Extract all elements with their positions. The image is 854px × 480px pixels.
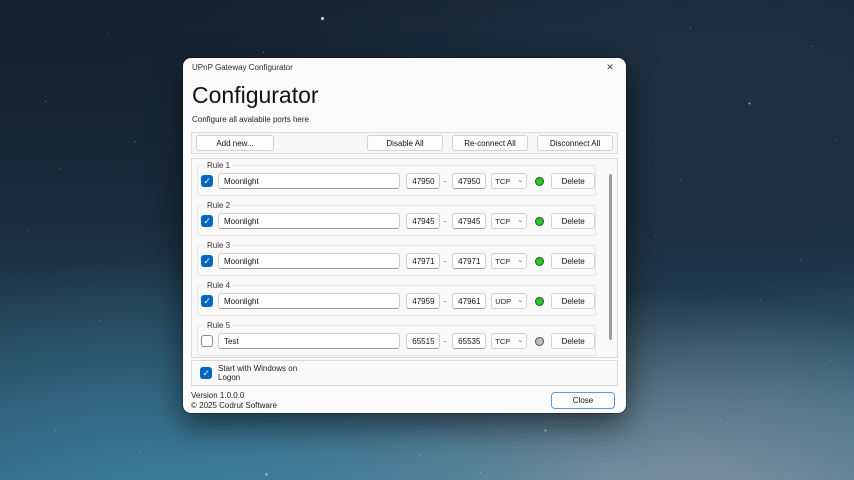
window-title: UPnP Gateway Configurator: [192, 62, 293, 72]
chevron-down-icon: ⌄: [517, 296, 524, 304]
reconnect-all-button[interactable]: Re-connect All: [452, 135, 528, 151]
rule-row: - TCP ⌄ Delete: [198, 253, 595, 269]
protocol-select[interactable]: TCP ⌄: [491, 253, 528, 269]
protocol-value: TCP: [495, 256, 511, 266]
rule-name-input[interactable]: [218, 293, 401, 309]
chevron-down-icon: ⌄: [517, 256, 524, 264]
rule-enabled-checkbox[interactable]: [201, 295, 213, 307]
delete-button[interactable]: Delete: [551, 213, 595, 229]
rule-enabled-checkbox[interactable]: [201, 215, 213, 227]
port-to-input[interactable]: [452, 213, 487, 229]
titlebar[interactable]: UPnP Gateway Configurator ✕: [183, 58, 626, 76]
rule-row: - UDP ⌄ Delete: [198, 293, 595, 309]
rule-group-3: Rule 3 - TCP ⌄ Delete: [197, 241, 596, 276]
status-indicator: [535, 336, 545, 346]
port-separator: -: [443, 216, 447, 226]
rule-name-input[interactable]: [218, 173, 401, 189]
startup-checkbox[interactable]: [200, 367, 212, 379]
close-button[interactable]: Close: [551, 392, 615, 409]
startup-panel: Start with Windows on Logon: [191, 360, 618, 386]
rules-list: Rule 1 - TCP ⌄ Delete: [191, 158, 618, 358]
port-separator: -: [443, 296, 447, 306]
port-separator: -: [443, 336, 447, 346]
chevron-down-icon: ⌄: [517, 176, 524, 184]
starfield-dim: [0, 0, 1, 1]
port-from-input[interactable]: [406, 253, 441, 269]
port-separator: -: [443, 256, 447, 266]
close-icon[interactable]: ✕: [594, 58, 626, 76]
port-from-input[interactable]: [406, 173, 441, 189]
protocol-select[interactable]: TCP ⌄: [491, 173, 528, 189]
port-from-input[interactable]: [406, 293, 441, 309]
rule-label: Rule 3: [204, 241, 234, 250]
port-from-input[interactable]: [406, 213, 441, 229]
rule-name-input[interactable]: [218, 333, 401, 349]
delete-button[interactable]: Delete: [551, 173, 595, 189]
rule-row: - TCP ⌄ Delete: [198, 213, 595, 229]
status-indicator: [535, 176, 545, 186]
rule-group-4: Rule 4 - UDP ⌄ Delete: [197, 281, 596, 316]
rule-enabled-checkbox[interactable]: [201, 255, 213, 267]
protocol-select[interactable]: TCP ⌄: [491, 333, 528, 349]
port-to-input[interactable]: [452, 253, 487, 269]
status-indicator: [535, 296, 545, 306]
rule-row: - TCP ⌄ Delete: [198, 173, 595, 189]
rule-group-2: Rule 2 - TCP ⌄ Delete: [197, 201, 596, 236]
protocol-value: TCP: [495, 216, 511, 226]
version-text: Version 1.0.0.0: [191, 391, 245, 400]
copyright-text: © 2025 Codrut Software: [191, 401, 277, 410]
rule-group-5: Rule 5 - TCP ⌄ Delete: [197, 321, 596, 356]
delete-button[interactable]: Delete: [551, 293, 595, 309]
disconnect-all-button[interactable]: Disconnect All: [537, 135, 613, 151]
port-from-input[interactable]: [406, 333, 441, 349]
desktop-wallpaper: UPnP Gateway Configurator ✕ Configurator…: [0, 0, 854, 480]
rule-label: Rule 4: [204, 281, 234, 290]
protocol-value: UDP: [495, 296, 512, 306]
port-to-input[interactable]: [452, 333, 487, 349]
footer-info: Version 1.0.0.0 © 2025 Codrut Software: [191, 391, 277, 411]
protocol-select[interactable]: UDP ⌄: [491, 293, 528, 309]
rule-label: Rule 5: [204, 321, 234, 330]
window-content: Configurator Configure all avalabile por…: [183, 82, 626, 411]
vertical-scrollbar[interactable]: [609, 174, 612, 340]
rule-label: Rule 2: [204, 201, 234, 210]
page-subtitle: Configure all avalabile ports here: [192, 115, 309, 124]
chevron-down-icon: ⌄: [517, 336, 524, 344]
upnp-configurator-window: UPnP Gateway Configurator ✕ Configurator…: [183, 58, 626, 413]
rule-label: Rule 1: [204, 161, 234, 170]
delete-button[interactable]: Delete: [551, 333, 595, 349]
protocol-value: TCP: [495, 176, 511, 186]
rule-enabled-checkbox[interactable]: [201, 175, 213, 187]
chevron-down-icon: ⌄: [517, 216, 524, 224]
protocol-select[interactable]: TCP ⌄: [491, 213, 528, 229]
footer: Version 1.0.0.0 © 2025 Codrut Software C…: [191, 391, 618, 411]
rule-name-input[interactable]: [218, 213, 401, 229]
rule-row: - TCP ⌄ Delete: [198, 333, 595, 349]
add-new-button[interactable]: Add new...: [196, 135, 274, 151]
port-to-input[interactable]: [452, 293, 487, 309]
protocol-value: TCP: [495, 336, 511, 346]
delete-button[interactable]: Delete: [551, 253, 595, 269]
port-separator: -: [443, 176, 447, 186]
rule-group-1: Rule 1 - TCP ⌄ Delete: [197, 161, 596, 196]
status-indicator: [535, 216, 545, 226]
status-indicator: [535, 256, 545, 266]
port-to-input[interactable]: [452, 173, 487, 189]
page-title: Configurator: [192, 82, 319, 108]
startup-label: Start with Windows on Logon: [218, 364, 298, 382]
toolbar: Add new... Disable All Re-connect All Di…: [191, 132, 618, 154]
disable-all-button[interactable]: Disable All: [367, 135, 443, 151]
rule-name-input[interactable]: [218, 253, 401, 269]
rule-enabled-checkbox[interactable]: [201, 335, 213, 347]
